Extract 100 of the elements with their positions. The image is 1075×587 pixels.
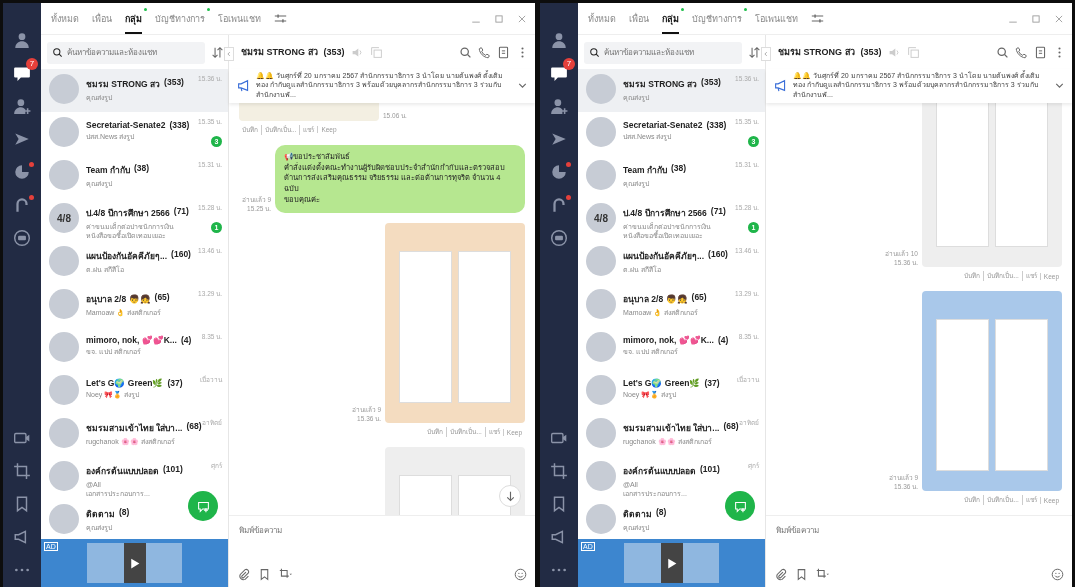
bookmark-icon[interactable] [795,568,808,581]
chat-name: ชมรม STRONG สว [86,78,161,91]
avatar [586,160,616,190]
hook-icon[interactable] [550,196,568,214]
member-count: (68) [186,421,202,433]
avatar [586,289,616,319]
play-icon[interactable] [665,556,678,570]
member-count: (71) [710,206,726,218]
filter-icon[interactable] [274,12,287,25]
chat-title: ชมรม STRONG สว [778,46,855,59]
chat-name: องค์กรต้นแบบปลอด [623,465,696,478]
new-chat-icon [733,499,747,513]
notes-icon[interactable] [1034,45,1047,59]
member-count: (65) [154,292,170,304]
sort-icon[interactable] [748,46,761,59]
tab[interactable]: โอเพนแชท [755,3,798,34]
hook-icon[interactable] [13,196,31,214]
add-person-icon[interactable] [13,97,31,115]
chat-name: แผนป้องกันอัคคีภัยๆ... [86,250,168,263]
member-count: (68) [723,421,739,433]
avatar [586,504,616,534]
pie-icon[interactable] [550,163,568,181]
crop-icon[interactable] [816,568,829,581]
member-count: (37) [704,378,720,388]
avatar [586,117,616,147]
chat-name: Let's G🌍 Green🌿 [623,378,701,388]
chat-name: Team กำกับ [86,164,130,177]
chat-name: ติดตาม [86,508,115,521]
megaphone-icon [237,78,250,92]
member-count: (353) [701,77,721,89]
search-icon [589,46,600,58]
phone-icon[interactable] [1015,45,1028,59]
sort-icon[interactable] [211,46,224,59]
crop-icon[interactable] [279,568,292,581]
tab[interactable]: เพื่อน [92,3,112,34]
chat-bubble-icon[interactable] [13,64,31,82]
phone-icon[interactable] [478,45,491,59]
paperclip-icon[interactable] [774,568,787,581]
member-count: (353) [164,77,184,89]
avatar-text: 4/8 [594,212,608,224]
tab[interactable]: กลุ่ม [125,3,142,34]
chat-name: องค์กรต้นแบบปลอด [86,465,159,478]
person-icon[interactable] [13,31,31,49]
chat-name: แผนป้องกันอัคคีภัยๆ... [623,250,705,263]
avatar [49,461,79,491]
avatar [49,418,79,448]
new-chat-button[interactable] [188,491,218,521]
notes-icon[interactable] [497,45,510,59]
chat-name: Secretariat-Senate2 [86,120,166,130]
play-arrow-icon[interactable] [13,130,31,148]
member-count: (4) [180,335,192,345]
search-icon[interactable] [459,45,472,59]
member-count: (65) [691,292,707,304]
search-field[interactable]: ค้นหาข้อความและห้องแชท [47,41,205,64]
member-count: (160) [171,249,191,261]
tab[interactable]: เพื่อน [629,3,649,34]
tab[interactable]: ทั้งหมด [51,3,79,34]
paperclip-icon[interactable] [237,568,250,581]
filter-icon[interactable] [811,12,824,25]
member-count: (4) [717,335,729,345]
search-icon[interactable] [996,45,1009,59]
member-count: (8) [656,507,667,519]
avatar [49,117,79,147]
member-count: (37) [167,378,183,388]
avatar [49,160,79,190]
member-count: (101) [163,464,183,476]
add-person-icon[interactable] [550,97,568,115]
emoji-icon[interactable] [514,568,527,581]
tab[interactable]: กลุ่ม [662,3,679,34]
crop-icon[interactable] [550,462,568,480]
chat-name: ป.4/8 ปีการศึกษา 2566 [86,207,170,220]
search-field[interactable]: ค้นหาข้อความและห้องแชท [584,41,742,64]
bookmark-icon[interactable] [258,568,271,581]
member-count: (101) [700,464,720,476]
tab[interactable]: บัญชีทางการ [155,3,205,34]
tab[interactable]: บัญชีทางการ [692,3,742,34]
chat-circle-icon[interactable] [13,229,31,247]
avatar [586,418,616,448]
chat-name: อนุบาล 2/8 👦👧 [623,293,688,306]
pie-icon[interactable] [13,163,31,181]
member-count: (338) [169,120,190,130]
person-icon[interactable] [550,31,568,49]
play-icon[interactable] [128,556,141,570]
avatar [586,246,616,276]
crop-icon[interactable] [13,462,31,480]
chat-name: อนุบาล 2/8 👦👧 [86,293,151,306]
tab[interactable]: ทั้งหมด [588,3,616,34]
chat-name: ชมรม STRONG สว [623,78,698,91]
chat-name: mimoro, nok, 💕💕K... [86,335,177,345]
emoji-icon[interactable] [1051,568,1064,581]
unread-badge: 7 [26,58,38,70]
tab[interactable]: โอเพนแชท [218,3,261,34]
chat-name: Secretariat-Senate2 [623,120,703,130]
member-count: (160) [708,249,728,261]
chat-bubble-icon[interactable] [550,64,568,82]
new-chat-button[interactable] [725,491,755,521]
play-arrow-icon[interactable] [550,130,568,148]
avatar [49,289,79,319]
chat-circle-icon[interactable] [550,229,568,247]
avatar [49,74,79,104]
